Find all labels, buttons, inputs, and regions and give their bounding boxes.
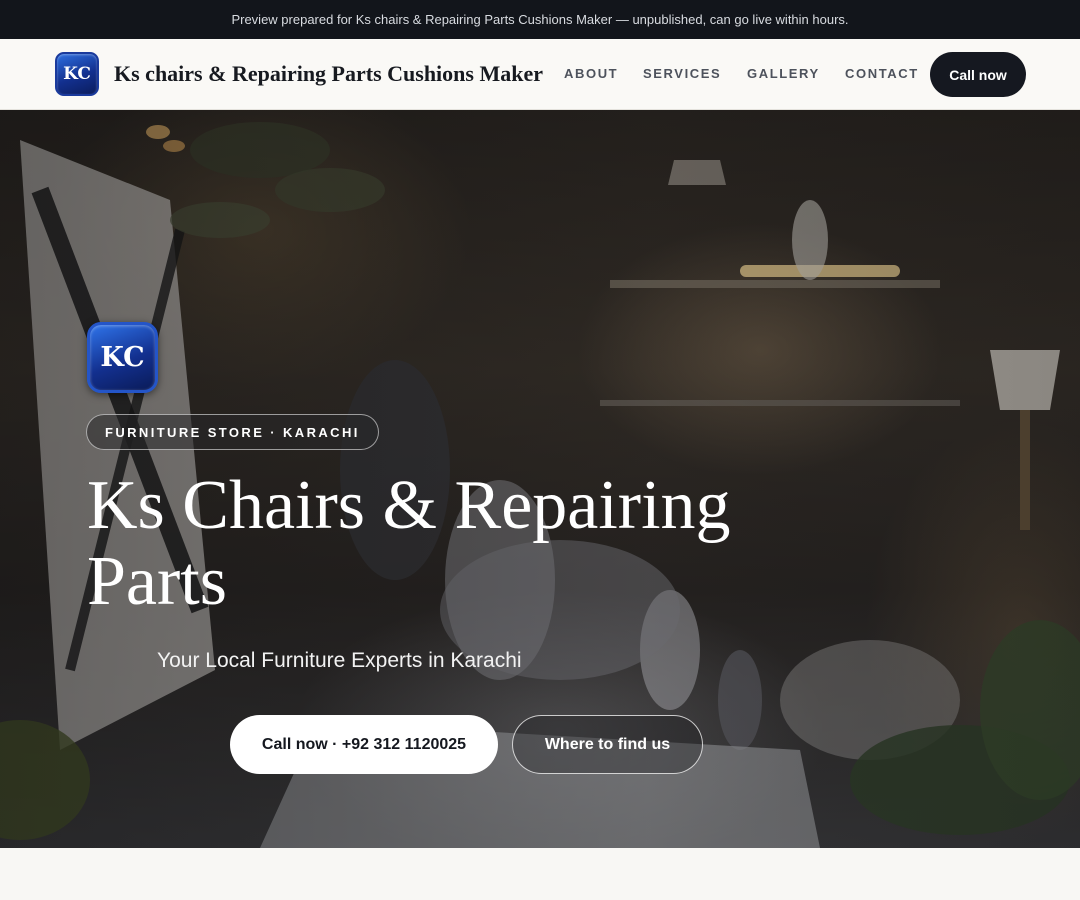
header-call-button[interactable]: Call now: [930, 52, 1026, 97]
hero-logo-icon: KC: [87, 322, 158, 393]
preview-banner-text: Preview prepared for Ks chairs & Repairi…: [231, 12, 849, 27]
preview-banner: Preview prepared for Ks chairs & Repairi…: [0, 0, 1080, 39]
where-to-find-us-button[interactable]: Where to find us: [512, 715, 703, 774]
nav-link-contact[interactable]: CONTACT: [845, 66, 919, 81]
brand-name[interactable]: Ks chairs & Repairing Parts Cushions Mak…: [114, 61, 543, 87]
call-now-button[interactable]: Call now · +92 312 1120025: [230, 715, 498, 774]
site-header: KC Ks chairs & Repairing Parts Cushions …: [0, 39, 1080, 110]
nav-link-services[interactable]: SERVICES: [643, 66, 721, 81]
hero-subtitle: Your Local Furniture Experts in Karachi: [157, 649, 522, 672]
logo-icon[interactable]: KC: [55, 52, 99, 96]
next-section: [0, 848, 1080, 900]
hero-section: KC FURNITURE STORE · KARACHI Ks Chairs &…: [0, 110, 1080, 848]
category-badge: FURNITURE STORE · KARACHI: [86, 414, 379, 450]
hero-title: Ks Chairs & Repairing Parts: [87, 467, 731, 620]
nav-link-about[interactable]: ABOUT: [564, 66, 618, 81]
nav-link-gallery[interactable]: GALLERY: [747, 66, 820, 81]
